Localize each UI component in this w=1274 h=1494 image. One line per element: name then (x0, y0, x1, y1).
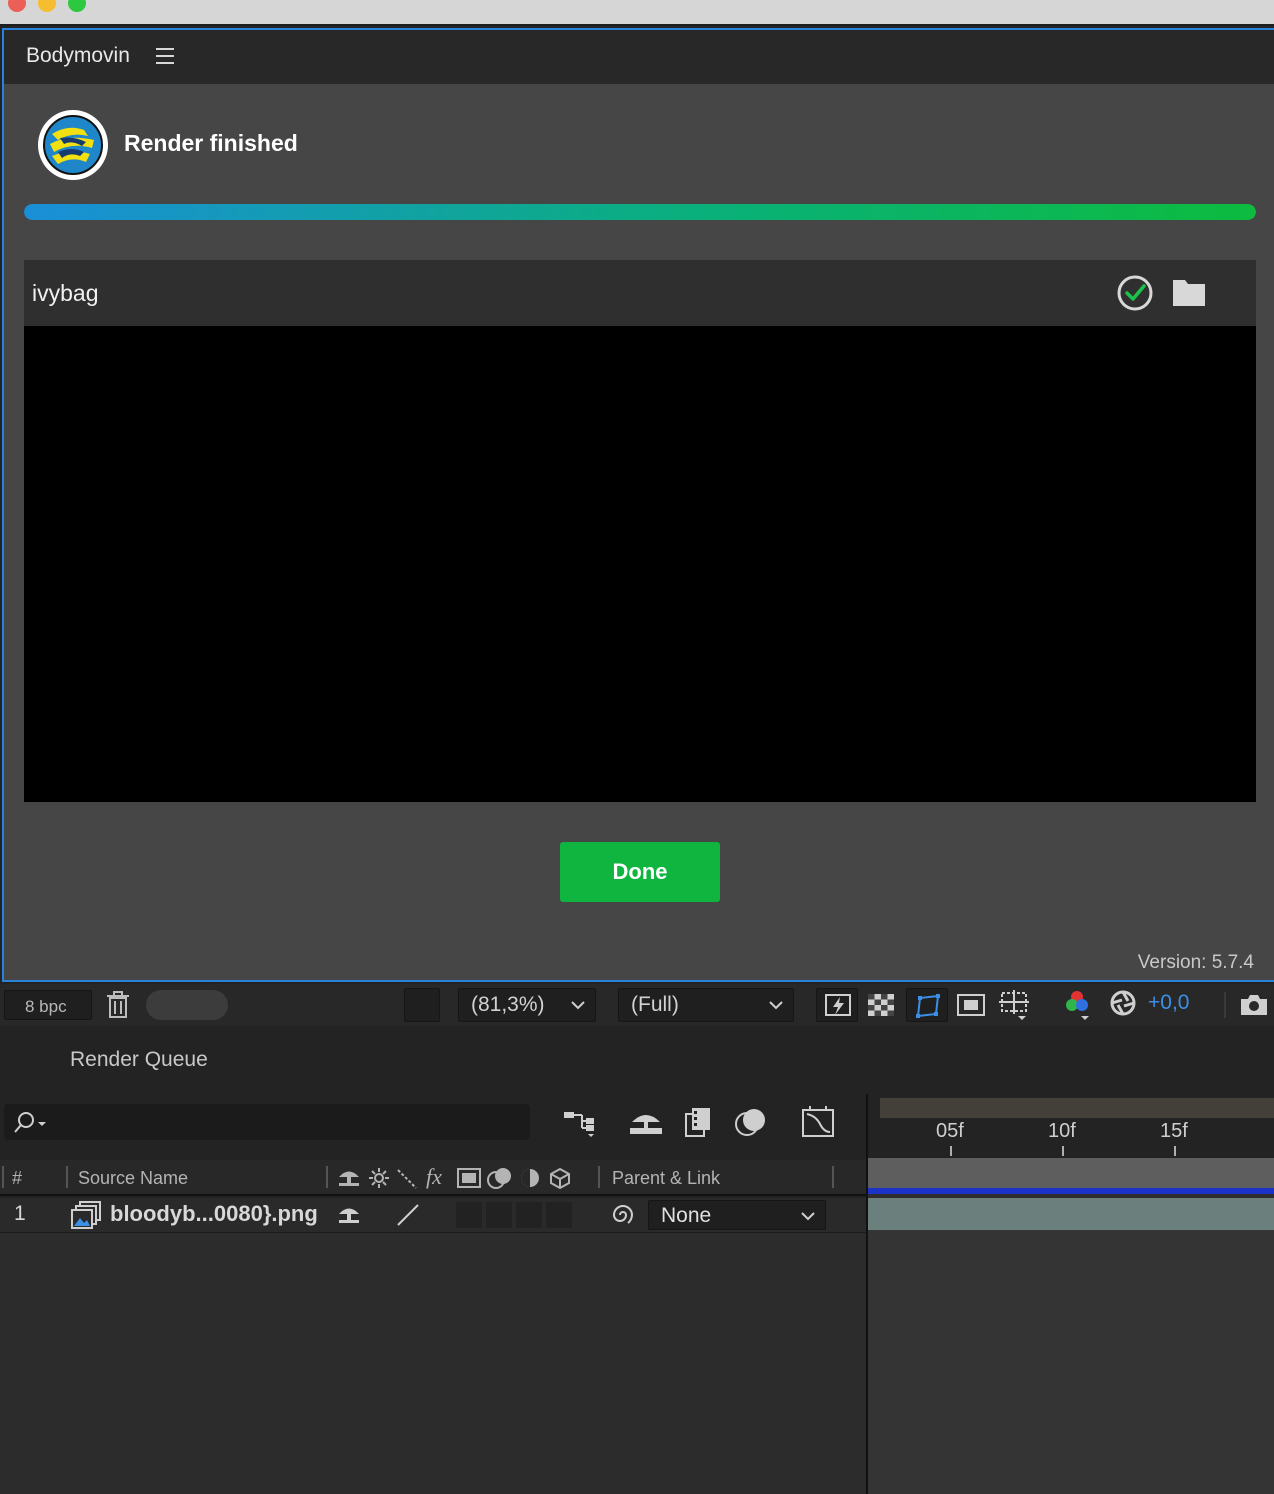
time-tick-label: 05f (936, 1120, 964, 1142)
folder-icon[interactable] (1170, 274, 1208, 310)
bodymovin-logo (38, 110, 108, 180)
zoom-window-button[interactable] (68, 0, 86, 12)
3d-layer-icon[interactable] (548, 1166, 572, 1190)
color-channels-icon[interactable] (1062, 988, 1094, 1022)
check-circle-icon (1116, 274, 1154, 312)
effects-switch[interactable] (456, 1202, 482, 1228)
frame-blend-switch-icon[interactable] (456, 1166, 482, 1190)
layer-number: 1 (14, 1202, 26, 1225)
3d-layer-switch[interactable] (546, 1202, 572, 1228)
fast-preview-button[interactable] (816, 988, 858, 1022)
resolution-value: (Full) (631, 993, 679, 1016)
frame-blending-icon[interactable] (682, 1106, 714, 1138)
pickwhip-icon[interactable] (608, 1200, 638, 1230)
minimize-window-button[interactable] (38, 0, 56, 12)
region-of-interest-icon[interactable] (956, 990, 986, 1020)
timeline-track-header (868, 1158, 1274, 1188)
bpc-button[interactable]: 8 bpc (4, 990, 92, 1020)
quality-icon[interactable] (396, 1166, 418, 1190)
timeline-panel: 05f 10f 15f (866, 1094, 1274, 1494)
zoom-dropdown[interactable]: (81,3%) (458, 988, 596, 1022)
parent-value: None (661, 1204, 712, 1227)
timeline-empty-area (868, 1230, 1274, 1494)
render-file-row: ivybag (24, 260, 1256, 326)
frame-blend-switch[interactable] (486, 1202, 512, 1228)
layer-search-input[interactable] (4, 1104, 530, 1140)
layer-column-header: # Source Name fx Parent & Link (0, 1160, 866, 1196)
exposure-reset-icon[interactable] (1108, 988, 1138, 1018)
column-separator (326, 1166, 328, 1188)
layer-list-empty-area (0, 1232, 866, 1494)
render-status-title: Render finished (124, 130, 298, 156)
chevron-down-icon (571, 1001, 585, 1010)
quality-draft-icon[interactable] (394, 1202, 424, 1228)
grid-guides-icon[interactable] (998, 988, 1032, 1022)
layer-source-name[interactable]: bloodyb...0080}.png (110, 1201, 318, 1227)
column-number[interactable]: # (12, 1168, 22, 1189)
transparency-grid-icon[interactable] (866, 990, 896, 1020)
layer-duration-bar[interactable] (868, 1198, 1274, 1230)
shy-layers-icon[interactable] (628, 1106, 664, 1138)
work-area-bar[interactable] (880, 1098, 1274, 1118)
time-ruler[interactable]: 05f 10f 15f (868, 1094, 1274, 1158)
shy-switch-icon[interactable] (336, 1202, 362, 1228)
composition-flowchart-icon[interactable] (562, 1108, 598, 1138)
motion-blur-switch[interactable] (516, 1202, 542, 1228)
render-progress-fill (24, 204, 1256, 220)
motion-blur-icon[interactable] (734, 1106, 768, 1138)
bodymovin-panel: Bodymovin Render finished ivybag Done Ve… (2, 28, 1274, 982)
collapse-sun-icon[interactable] (368, 1166, 390, 1190)
animation-preview (24, 326, 1256, 802)
chevron-down-icon (801, 1212, 815, 1221)
panel-header: Bodymovin (4, 30, 1274, 84)
toolbar-divider (1224, 992, 1226, 1018)
trash-icon[interactable] (104, 990, 132, 1020)
chevron-down-icon (769, 1001, 783, 1010)
column-separator (598, 1166, 600, 1188)
column-parent-link[interactable]: Parent & Link (612, 1168, 720, 1189)
shy-switch-icon[interactable] (336, 1165, 362, 1191)
version-label: Version: 5.7.4 (1137, 952, 1254, 973)
parent-dropdown[interactable]: None (648, 1200, 826, 1230)
time-tick-label: 10f (1048, 1120, 1076, 1142)
menu-icon[interactable] (156, 48, 174, 64)
effects-column[interactable]: fx (426, 1164, 442, 1190)
time-tick-label: 15f (1160, 1120, 1188, 1142)
camera-icon[interactable] (1238, 990, 1270, 1020)
search-icon (14, 1112, 46, 1133)
adjustment-layer-icon[interactable] (518, 1166, 542, 1190)
panel-title: Bodymovin (26, 44, 130, 67)
fast-preview-icon (825, 994, 851, 1016)
mask-visibility-button[interactable] (906, 988, 948, 1022)
column-separator (832, 1166, 834, 1188)
mask-path-icon (916, 994, 940, 1018)
window-titlebar (0, 0, 1274, 26)
column-source-name[interactable]: Source Name (78, 1168, 188, 1189)
time-tick (1174, 1146, 1176, 1156)
bpc-label: 8 bpc (25, 997, 67, 1016)
render-file-name: ivybag (32, 280, 99, 306)
render-queue-panel: Render Queue # Source Name fx Parent & L… (0, 1032, 1274, 1494)
zoom-value: (81,3%) (471, 993, 545, 1016)
render-progress-bar (24, 204, 1256, 220)
time-tick (950, 1146, 952, 1156)
column-separator (2, 1166, 4, 1188)
done-button[interactable]: Done (560, 842, 720, 902)
tab-render-queue[interactable]: Render Queue (70, 1048, 208, 1072)
image-footage-icon (70, 1200, 104, 1230)
graph-editor-icon[interactable] (800, 1104, 836, 1140)
close-window-button[interactable] (8, 0, 26, 12)
time-tick (1062, 1146, 1064, 1156)
current-time-range (868, 1188, 1274, 1194)
column-separator (66, 1166, 68, 1188)
viewer-toolbar: 8 bpc (81,3%) (Full) +0,0 (0, 984, 1274, 1026)
layer-row[interactable]: 1 bloodyb...0080}.png None (0, 1198, 866, 1232)
toolbar-spacer-box (404, 988, 440, 1022)
motion-blur-switch-icon[interactable] (486, 1166, 514, 1190)
toggle-pill[interactable] (146, 990, 228, 1020)
resolution-dropdown[interactable]: (Full) (618, 988, 794, 1022)
exposure-value[interactable]: +0,0 (1148, 991, 1189, 1015)
